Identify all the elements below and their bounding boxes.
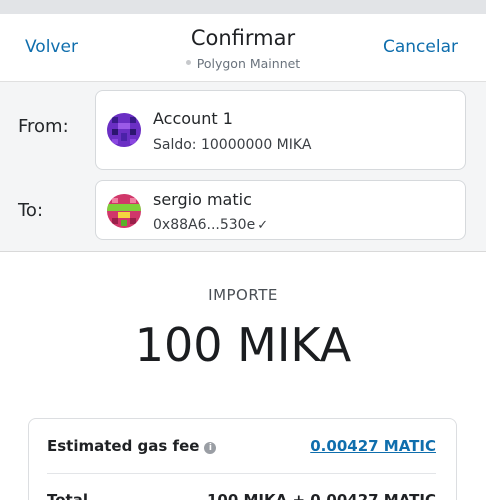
amount-value: 100 MIKA xyxy=(134,318,352,372)
network-indicator: Polygon Mainnet xyxy=(0,56,486,71)
accounts-section: From: Account 1 Saldo: 10000000 MIKA To: xyxy=(0,82,486,252)
cancel-button[interactable]: Cancelar xyxy=(383,37,458,57)
from-label: From: xyxy=(18,116,69,137)
to-avatar-icon xyxy=(107,194,141,228)
amount-label: IMPORTE xyxy=(208,286,278,304)
to-address-text: 0x88A6...530e xyxy=(153,217,256,233)
header-bar: Volver Confirmar Polygon Mainnet Cancela… xyxy=(0,14,486,82)
from-account-card[interactable]: Account 1 Saldo: 10000000 MIKA xyxy=(95,90,466,170)
fee-divider xyxy=(47,473,436,474)
gas-fee-label: Estimated gas fee xyxy=(47,437,200,455)
info-icon[interactable]: i xyxy=(204,442,217,454)
gas-fee-value-link[interactable]: 0.00427 MATIC xyxy=(310,437,436,455)
network-dot-icon xyxy=(185,60,191,65)
to-account-address: 0x88A6...530e ✓ xyxy=(153,217,268,233)
total-label: Total xyxy=(47,491,88,500)
to-label: To: xyxy=(18,200,44,221)
gas-fee-row-label: Estimated gas fee i xyxy=(47,437,217,455)
check-icon: ✓ xyxy=(257,218,269,233)
to-account-name: sergio matic xyxy=(153,190,252,209)
from-account-balance: Saldo: 10000000 MIKA xyxy=(153,137,312,153)
total-value: 100 MIKA + 0.00427 MATIC xyxy=(206,491,436,500)
fee-summary-card: Estimated gas fee i 0.00427 MATIC Total 1… xyxy=(28,418,457,500)
window-top-strip xyxy=(0,0,486,14)
from-account-name: Account 1 xyxy=(153,109,233,128)
to-account-card[interactable]: sergio matic 0x88A6...530e ✓ xyxy=(95,180,466,240)
network-name: Polygon Mainnet xyxy=(196,56,301,71)
from-avatar-icon xyxy=(107,113,141,147)
